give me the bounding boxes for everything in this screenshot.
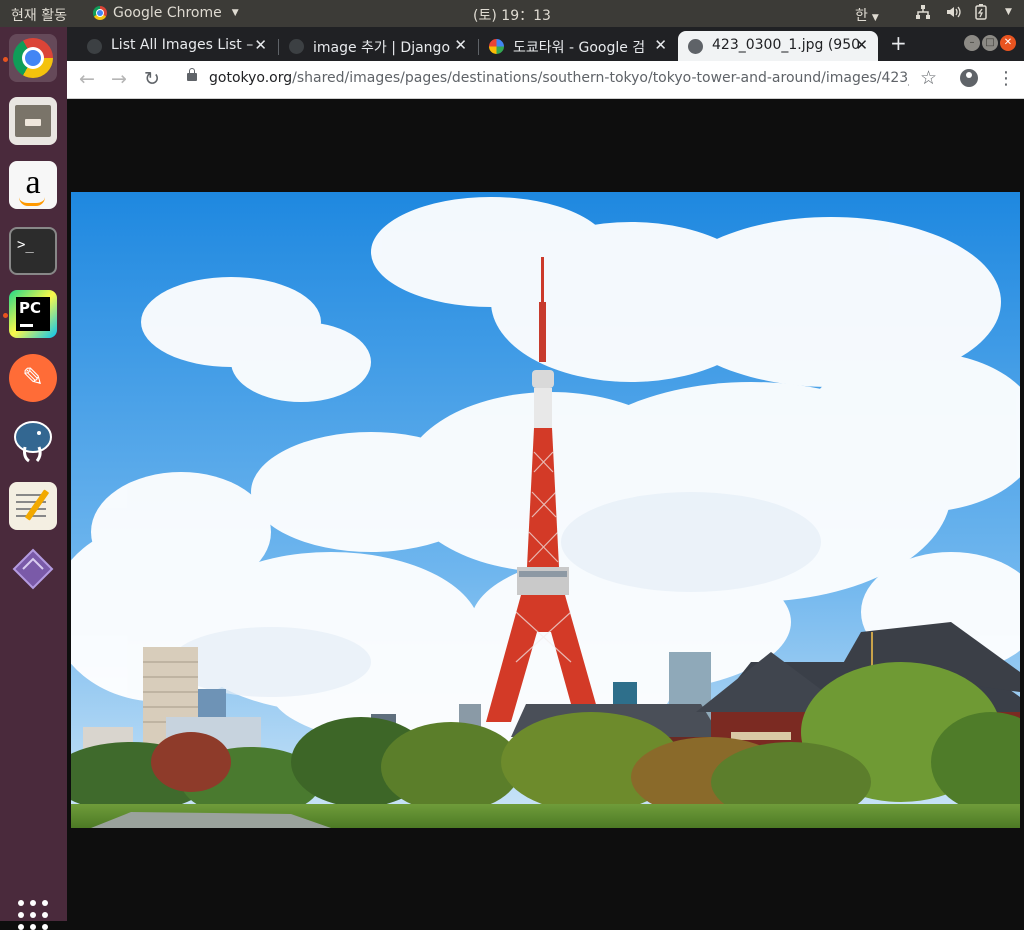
- google-icon: [489, 39, 504, 54]
- reload-button[interactable]: ↻: [144, 68, 160, 90]
- close-icon[interactable]: ✕: [254, 36, 267, 54]
- maximize-button[interactable]: □: [982, 35, 998, 51]
- new-tab-button[interactable]: +: [890, 31, 907, 55]
- running-indicator: [3, 57, 8, 62]
- url-path: /shared/images/pages/destinations/southe…: [292, 70, 909, 86]
- show-applications-button[interactable]: [18, 900, 48, 930]
- input-method-menu[interactable]: 한 ▼: [855, 5, 879, 25]
- close-icon[interactable]: ✕: [654, 36, 667, 54]
- tab-label: 도쿄타워 - Google 검: [513, 40, 646, 56]
- chevron-down-icon: ▼: [871, 13, 879, 23]
- launcher-graphical-tool[interactable]: [9, 545, 57, 593]
- close-icon[interactable]: ✕: [454, 36, 467, 54]
- launcher-terminal[interactable]: >_: [9, 227, 57, 275]
- amazon-icon: a: [25, 164, 41, 201]
- bookmark-star-icon[interactable]: ☆: [920, 67, 937, 89]
- launcher-text-editor[interactable]: [9, 482, 57, 530]
- tab-tokyo-tower-image[interactable]: 423_0300_1.jpg (950 ✕: [678, 31, 878, 61]
- tab-django-image[interactable]: image 추가 | Django ✕: [279, 31, 477, 61]
- image-viewer: [67, 99, 1024, 921]
- tab-label: image 추가 | Django: [313, 40, 451, 56]
- launcher-postman[interactable]: [9, 354, 57, 402]
- back-button[interactable]: ←: [79, 68, 95, 90]
- input-method-label: 한: [855, 8, 868, 24]
- url-host: gotokyo.org: [209, 70, 293, 86]
- browser-toolbar: ← → ↻ gotokyo.org/shared/images/pages/de…: [67, 61, 1024, 99]
- top-panel: 현재 활동 Google Chrome ▼ (토) 19：13 한 ▼ ▼: [0, 0, 1024, 27]
- globe-icon: [688, 39, 703, 54]
- close-icon[interactable]: ✕: [855, 36, 868, 54]
- battery-icon: [975, 4, 987, 20]
- chevron-down-icon: ▼: [1005, 7, 1012, 17]
- tab-label: List All Images List –: [111, 37, 254, 53]
- lock-icon: [187, 68, 197, 81]
- close-window-button[interactable]: ✕: [1000, 35, 1016, 51]
- diamond-icon: [12, 548, 54, 590]
- launcher-pgadmin[interactable]: [9, 417, 57, 465]
- volume-icon: [947, 6, 961, 18]
- django-icon: [289, 39, 304, 54]
- launcher-chrome[interactable]: [9, 34, 57, 82]
- tokyo-tower-image: [71, 192, 1020, 828]
- menu-kebab-icon[interactable]: ⋮: [997, 68, 1015, 89]
- system-status-area[interactable]: ▼: [915, 4, 1012, 20]
- address-bar[interactable]: gotokyo.org/shared/images/pages/destinat…: [179, 65, 959, 94]
- tab-label: 423_0300_1.jpg (950: [712, 37, 861, 53]
- profile-icon[interactable]: [960, 69, 978, 87]
- tab-google-search[interactable]: 도쿄타워 - Google 검 ✕: [479, 31, 677, 61]
- tokyo-tower-photo[interactable]: [71, 192, 1020, 828]
- launcher-files[interactable]: [9, 97, 57, 145]
- minimize-button[interactable]: –: [964, 35, 980, 51]
- launcher-pycharm[interactable]: PC: [9, 290, 57, 338]
- forward-button[interactable]: →: [111, 68, 127, 90]
- elephant-icon: [14, 421, 52, 463]
- chrome-icon: [13, 38, 53, 78]
- running-indicator: [3, 313, 8, 318]
- launcher-dock: a >_ PC: [0, 27, 67, 930]
- network-icon: [916, 5, 930, 19]
- tab-list-images[interactable]: List All Images List – ✕: [77, 31, 277, 61]
- tab-strip: List All Images List – ✕ image 추가 | Djan…: [67, 27, 1024, 61]
- terminal-icon: >_: [17, 237, 34, 253]
- launcher-amazon[interactable]: a: [9, 161, 57, 209]
- globe-icon: [87, 39, 102, 54]
- pycharm-icon: PC: [16, 297, 50, 331]
- url-text: gotokyo.org/shared/images/pages/destinat…: [209, 70, 909, 86]
